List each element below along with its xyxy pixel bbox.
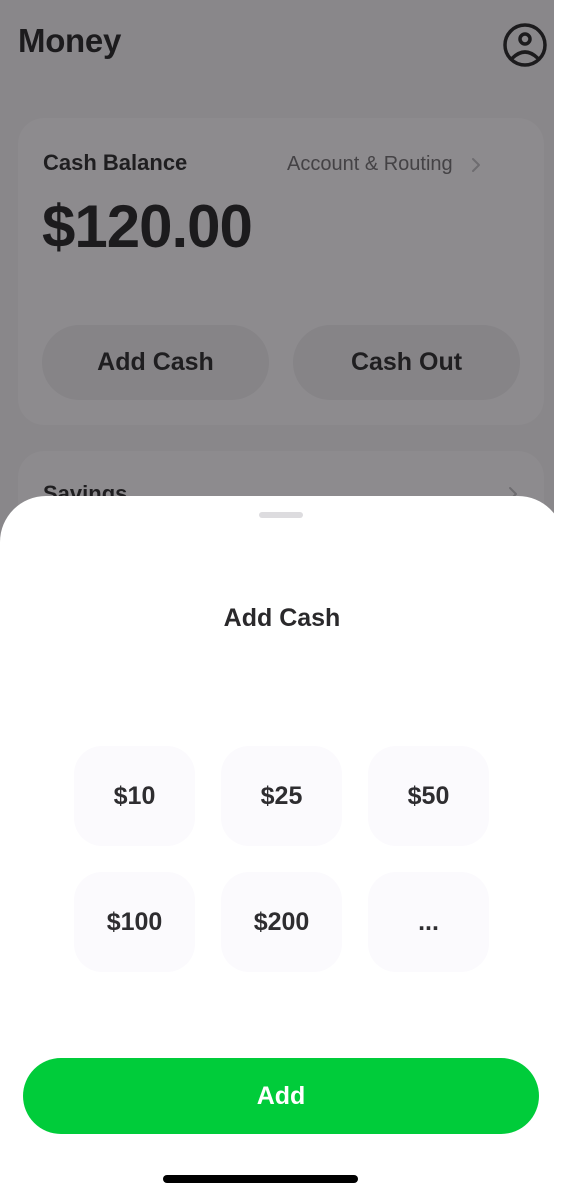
custom-amount-button[interactable]: ...: [368, 872, 489, 972]
amount-option-10[interactable]: $10: [74, 746, 195, 846]
home-indicator[interactable]: [163, 1175, 358, 1183]
amount-option-200[interactable]: $200: [221, 872, 342, 972]
amount-option-25[interactable]: $25: [221, 746, 342, 846]
account-routing-label: Account & Routing: [287, 153, 453, 175]
cash-balance-label: Cash Balance: [43, 150, 188, 175]
cash-out-button[interactable]: Cash Out: [293, 325, 520, 400]
account-routing-link[interactable]: Account & Routing: [287, 153, 485, 176]
amount-option-100[interactable]: $100: [74, 872, 195, 972]
profile-button[interactable]: [502, 22, 548, 68]
person-circle-icon: [503, 23, 547, 67]
add-cash-button[interactable]: Add Cash: [42, 325, 269, 400]
page-title: Money: [18, 22, 122, 59]
add-cash-sheet: Add Cash $10 $25 $50 $100 $200 ... Add: [0, 496, 564, 1200]
amount-option-50[interactable]: $50: [368, 746, 489, 846]
cash-balance-card: Cash Balance Account & Routing $120.00 A…: [18, 118, 544, 425]
add-button[interactable]: Add: [23, 1058, 539, 1134]
amount-options-grid: $10 $25 $50 $100 $200 ...: [74, 746, 489, 972]
balance-amount: $120.00: [42, 193, 253, 260]
sheet-title: Add Cash: [223, 604, 341, 632]
chevron-right-icon: [471, 157, 480, 172]
sheet-grabber-handle[interactable]: [259, 512, 303, 518]
